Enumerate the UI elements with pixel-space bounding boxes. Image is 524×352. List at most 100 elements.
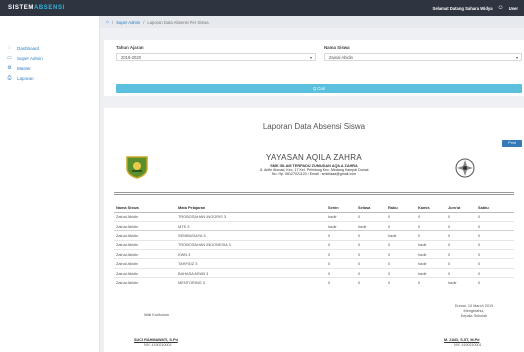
sidebar-item-laporan[interactable]: ⎙ Laporan <box>0 73 99 83</box>
table-cell: BAHASA ARAB 3 <box>176 267 326 278</box>
table-cell: hadir <box>386 230 416 241</box>
app-brand[interactable]: SISTEMABSENSI <box>8 5 65 11</box>
table-cell: 0 <box>386 277 416 288</box>
table-cell: hadir <box>446 277 476 288</box>
table-cell: 0 <box>446 239 476 250</box>
student-label: Nama Siswa <box>324 45 350 50</box>
table-cell: hadir <box>326 220 356 231</box>
student-select-value: Zainal Abidin <box>329 54 353 60</box>
sidebar-item-master[interactable]: ⚙ Master <box>0 63 99 73</box>
print-button[interactable]: Print <box>502 140 522 147</box>
table-cell: 0 <box>476 211 514 222</box>
breadcrumb-current: Laporan Data Absensi Per Siswa <box>147 19 209 25</box>
letterhead: YAYASAN AQILA ZAHRA SMK ISLAM TERPADU ZU… <box>184 153 444 176</box>
table-cell: Zainal Abidin <box>114 258 176 269</box>
sidebar-item-label: Laporan <box>17 75 34 81</box>
table-cell: MENTORING 3 <box>176 277 326 288</box>
sidebar-item-label: Dashboard <box>17 45 40 51</box>
table-cell: 0 <box>356 230 386 241</box>
col-header: Jum'at <box>446 203 476 213</box>
sidebar-nav: ◌ Dashboard ▭ Super Admin ⚙ Master ⎙ Lap… <box>0 43 99 83</box>
table-cell: 0 <box>476 230 514 241</box>
breadcrumb-super-admin[interactable]: Super Admin <box>116 20 140 25</box>
table-cell: 0 <box>356 258 386 269</box>
table-cell: Zainal Abidin <box>114 267 176 278</box>
table-cell: 0 <box>446 230 476 241</box>
sidebar-item-label: Super Admin <box>17 55 43 61</box>
sidebar: ◌ Dashboard ▭ Super Admin ⚙ Master ⎙ Lap… <box>0 16 100 352</box>
report-title: Laporan Data Absensi Siswa <box>262 122 366 131</box>
table-cell: hadir <box>326 211 356 222</box>
breadcrumb-separator: / <box>143 19 145 25</box>
col-header: Selasa <box>356 203 386 213</box>
table-row: Zainal Abidin MENTORING 3 0 0 0 0 hadir 0 <box>114 277 514 288</box>
table-cell: 0 <box>476 277 514 288</box>
table-cell: 0 <box>476 239 514 250</box>
user-label: User <box>508 5 518 11</box>
letterhead-divider <box>114 192 514 193</box>
table-cell: hadir <box>416 267 446 278</box>
breadcrumb-separator: / <box>112 19 114 25</box>
table-cell: 0 <box>356 267 386 278</box>
table-cell: 0 <box>416 277 446 288</box>
welcome-text: Selamat Datang Sahara Widya <box>432 5 493 11</box>
dashboard-icon: ◌ <box>8 45 11 51</box>
table-cell: 0 <box>416 211 446 222</box>
table-cell: hadir <box>356 220 386 231</box>
print-icon: ⎙ <box>7 75 12 81</box>
table-cell: Zainal Abidin <box>114 211 176 222</box>
attendance-table-body: Zainal Abidin TROBOSAHAN INGGRIS 3 hadir 0 0… <box>114 211 514 288</box>
table-cell: hadir <box>416 239 446 250</box>
table-cell: 0 <box>386 211 416 222</box>
chevron-down-icon: ▾ <box>309 54 312 60</box>
table-cell: 0 <box>386 239 416 250</box>
report-panel: Laporan Data Absensi Siswa Print YAYASAN… <box>104 108 524 352</box>
brand-prefix: SISTEM <box>8 5 34 11</box>
table-cell: 0 <box>326 230 356 241</box>
table-cell: 0 <box>446 258 476 269</box>
col-header: Kamis <box>416 203 446 213</box>
table-row: Zainal Abidin TROBOSAHAN INDONESIA 3 0 0 0 ha… <box>114 239 514 250</box>
table-cell: 0 <box>446 211 476 222</box>
breadcrumb: ⌂ / Super Admin / Laporan Data Absensi P… <box>100 16 524 28</box>
filter-panel: Tahun Ajaran 2019-2020 ▾ Nama Siswa Zain… <box>104 40 524 96</box>
table-header-row: Nama Siswa Mata Pelajaran Senin Selasa R… <box>114 203 514 213</box>
table-cell: 0 <box>416 230 446 241</box>
letterhead-divider-thin <box>114 194 514 195</box>
sidebar-item-super-admin[interactable]: ▭ Super Admin <box>0 53 99 63</box>
year-select[interactable]: 2019-2020 ▾ <box>116 53 316 61</box>
table-cell: 0 <box>386 249 416 259</box>
table-cell: 0 <box>416 220 446 231</box>
gear-icon: ⚙ <box>7 65 12 71</box>
table-row: Zainal Abidin MTK 3 hadir hadir 0 0 0 0 <box>114 220 514 231</box>
table-cell: 0 <box>386 220 416 231</box>
col-header: Senin <box>326 203 356 213</box>
table-cell: 0 <box>476 267 514 278</box>
table-cell: 0 <box>326 277 356 288</box>
table-cell: 0 <box>356 277 386 288</box>
sign-head-title: Kepala Sekolah <box>460 314 488 318</box>
table-row: Zainal Abidin BAHASA ARAB 3 0 0 0 hadir 0 0 <box>114 267 514 278</box>
table-cell: 0 <box>326 239 356 250</box>
main-content: ⌂ / Super Admin / Laporan Data Absensi P… <box>100 16 524 352</box>
table-cell: 0 <box>446 267 476 278</box>
monitor-icon: ▭ <box>7 55 12 61</box>
school-logo-left <box>126 156 148 179</box>
user-menu[interactable]: Selamat Datang Sahara Widya ☺ User <box>433 5 518 11</box>
sidebar-item-dashboard[interactable]: ◌ Dashboard <box>0 43 99 53</box>
table-cell: Zainal Abidin <box>114 239 176 250</box>
table-cell: TAHFIDZ 3 <box>176 258 326 269</box>
table-cell: 0 <box>326 258 356 269</box>
table-cell: hadir <box>416 258 446 269</box>
search-button[interactable]: Q Cari <box>116 84 522 93</box>
table-cell: 0 <box>476 258 514 269</box>
table-cell: Zainal Abidin <box>114 230 176 241</box>
table-cell: TROBOSAHAN INDONESIA 3 <box>176 239 326 250</box>
table-cell: 0 <box>326 249 356 259</box>
table-cell: Zainal Abidin <box>114 249 176 259</box>
year-select-value: 2019-2020 <box>121 54 142 60</box>
brand-main: ABSENSI <box>33 5 65 11</box>
sign-left-name: SUCI RAHMAWATI, S.Pd <box>134 338 178 342</box>
student-select[interactable]: Zainal Abidin ▾ <box>324 53 522 61</box>
home-icon[interactable]: ⌂ <box>106 19 109 25</box>
